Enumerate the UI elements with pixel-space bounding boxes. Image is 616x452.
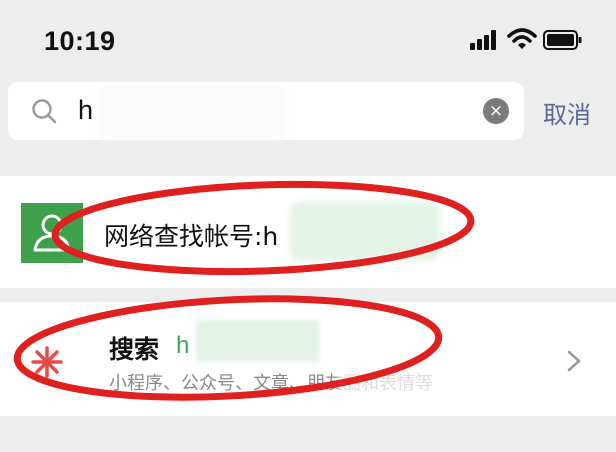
search-all-row[interactable]: 搜索 h 小程序、公众号、文章、朋友圈和表情等 — [0, 302, 616, 416]
find-account-row[interactable]: 网络查找帐号:h — [0, 176, 616, 288]
person-icon — [21, 203, 83, 263]
clear-icon[interactable]: × — [483, 98, 509, 124]
signal-icon — [470, 30, 498, 50]
search-icon — [32, 99, 57, 124]
battery-icon — [543, 30, 582, 50]
search-all-label: 搜索 — [109, 335, 160, 364]
search-sparkle-icon — [31, 346, 63, 378]
cancel-button[interactable]: 取消 — [543, 95, 591, 130]
status-bar: 10:19 — [0, 0, 616, 80]
search-bar[interactable]: h × — [8, 82, 524, 140]
wifi-icon — [507, 28, 537, 49]
find-account-label: 网络查找帐号:h — [104, 222, 279, 251]
subtitle-redaction — [338, 362, 438, 396]
search-query-redaction — [100, 84, 284, 140]
search-all-query: h — [176, 332, 190, 359]
search-input[interactable]: h — [78, 95, 93, 126]
chevron-right-icon — [567, 350, 581, 372]
account-value-redaction — [290, 201, 440, 261]
search-query-redaction — [196, 320, 320, 362]
status-time: 10:19 — [44, 26, 116, 56]
